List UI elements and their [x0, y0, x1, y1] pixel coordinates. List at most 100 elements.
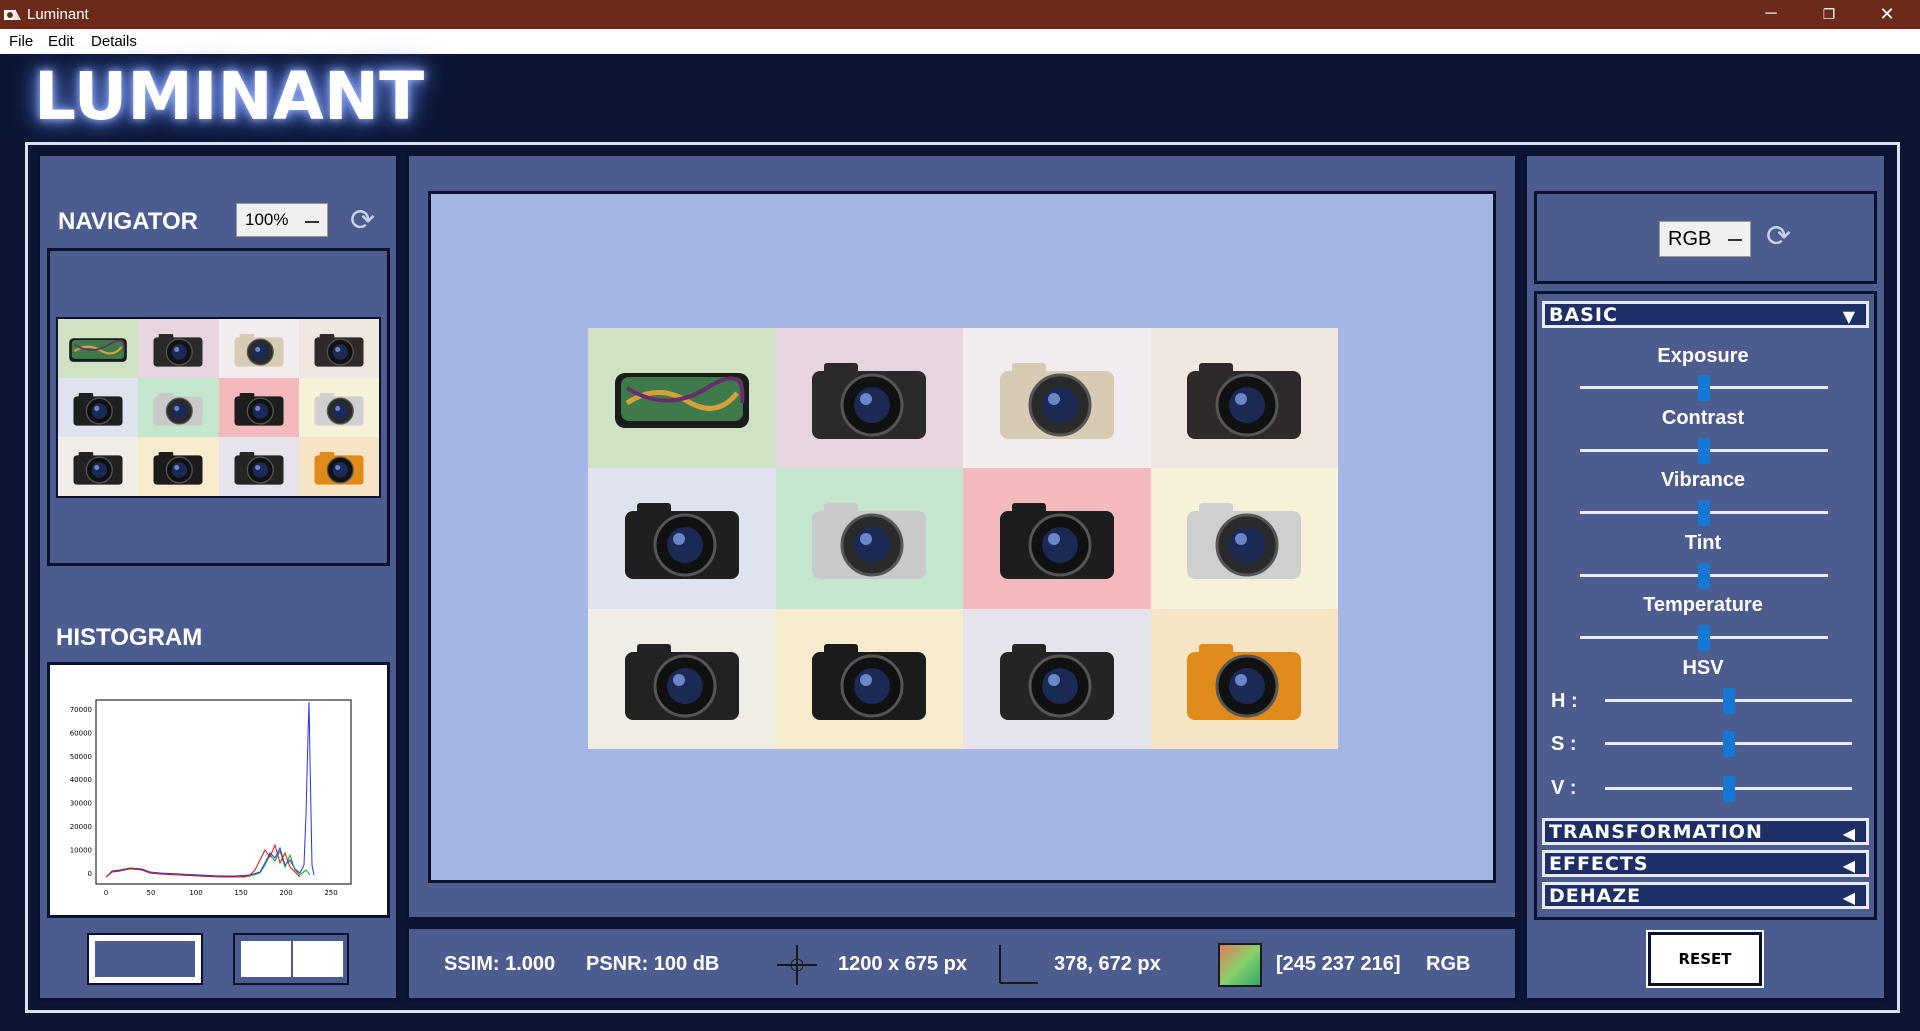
histogram-ytick: 50000 [70, 753, 92, 761]
camera-tile [775, 608, 963, 749]
navigator-refresh-icon[interactable]: ⟳ [350, 206, 375, 236]
single-view-button[interactable] [87, 933, 203, 985]
camera-icon [999, 503, 1114, 580]
histogram-xtick: 150 [234, 889, 247, 897]
zoom-select[interactable]: 100% [236, 203, 328, 237]
effects-section-header[interactable]: EFFECTS ◀ [1542, 850, 1869, 877]
temperature-slider-handle[interactable] [1698, 625, 1710, 651]
title-bar: Luminant ─ ❐ ✕ [0, 0, 1920, 29]
camera-tile [588, 468, 776, 609]
histogram-ytick: 60000 [70, 729, 92, 737]
camera-icon [624, 503, 739, 580]
camera-tile [58, 437, 139, 496]
histogram-ytick: 20000 [70, 823, 92, 831]
app-logo: LUMINANT [34, 58, 425, 135]
hsv-label: HSV [1682, 657, 1724, 679]
ssim-readout: SSIM: 1.000 [444, 953, 556, 975]
camera-icon [234, 333, 284, 367]
camera-icon [234, 451, 284, 485]
camera-tile [218, 437, 299, 496]
tint-slider-handle[interactable] [1698, 563, 1710, 589]
adjustments-refresh-icon[interactable]: ⟳ [1766, 222, 1791, 252]
camera-icon [999, 363, 1114, 440]
camera-icon [614, 373, 749, 429]
psnr-readout: PSNR: 100 dB [586, 953, 720, 975]
camera-icon [153, 392, 203, 426]
window-title: Luminant [27, 6, 89, 23]
temperature-label: Temperature [1643, 594, 1763, 616]
menu-edit[interactable]: Edit [48, 33, 74, 50]
split-view-button[interactable] [233, 933, 349, 985]
camera-icon [1187, 503, 1302, 580]
histogram-xtick: 50 [147, 889, 156, 897]
saturation-label: S : [1551, 733, 1577, 755]
value-slider-handle[interactable] [1722, 776, 1735, 802]
histogram-panel: 70000 60000 50000 40000 30000 20000 10000 0 0 50… [47, 662, 390, 918]
collapse-down-icon: ▼ [1842, 307, 1856, 326]
camera-icon [73, 451, 123, 485]
single-view-icon [95, 941, 195, 977]
camera-tile [138, 378, 219, 437]
expand-left-icon: ◀ [1842, 888, 1856, 907]
histogram-ytick: 40000 [70, 776, 92, 784]
camera-icon [153, 451, 203, 485]
transformation-section-header[interactable]: TRANSFORMATION ◀ [1542, 818, 1869, 845]
camera-tile [298, 437, 379, 496]
histogram-ytick: 0 [88, 870, 92, 878]
camera-tile [775, 328, 963, 469]
saturation-slider[interactable] [1605, 731, 1852, 757]
histogram-ytick: 10000 [70, 846, 92, 854]
main-image[interactable] [588, 328, 1338, 749]
histogram-xtick: 100 [189, 889, 202, 897]
value-slider[interactable] [1605, 776, 1852, 802]
contrast-slider-handle[interactable] [1698, 438, 1710, 464]
camera-tile [1150, 468, 1338, 609]
temperature-slider[interactable] [1580, 625, 1828, 651]
exposure-label: Exposure [1657, 345, 1749, 367]
minimize-button[interactable]: ─ [1742, 0, 1800, 29]
camera-icon [314, 392, 364, 426]
chevron-down-icon [1728, 234, 1742, 241]
camera-icon [234, 392, 284, 426]
basic-section-header[interactable]: BASIC ▼ [1542, 301, 1869, 328]
camera-tile [138, 319, 219, 378]
maximize-button[interactable]: ❐ [1800, 0, 1858, 29]
hue-slider-handle[interactable] [1722, 688, 1735, 714]
vibrance-slider-handle[interactable] [1698, 500, 1710, 526]
expand-left-icon: ◀ [1842, 824, 1856, 843]
split-view-left-icon [241, 941, 291, 977]
camera-tile [1150, 608, 1338, 749]
menu-file[interactable]: File [9, 33, 33, 50]
pixel-value-readout: [245 237 216] [1276, 953, 1401, 975]
camera-icon [1187, 363, 1302, 440]
color-mode-select[interactable]: RGB [1659, 221, 1751, 257]
exposure-slider-handle[interactable] [1698, 375, 1710, 401]
camera-tile [963, 328, 1151, 469]
histogram-title: HISTOGRAM [56, 624, 203, 651]
exposure-slider[interactable] [1580, 375, 1828, 401]
camera-tile [58, 378, 139, 437]
camera-icon [624, 643, 739, 720]
navigator-thumbnail[interactable] [56, 317, 381, 498]
reset-button[interactable]: RESET [1646, 930, 1764, 988]
camera-tile [963, 608, 1151, 749]
menu-details[interactable]: Details [91, 33, 137, 50]
camera-icon [73, 392, 123, 426]
vibrance-slider[interactable] [1580, 500, 1828, 526]
saturation-slider-handle[interactable] [1722, 731, 1735, 757]
camera-icon [153, 333, 203, 367]
tint-slider[interactable] [1580, 563, 1828, 589]
histogram-xtick: 200 [279, 889, 292, 897]
pixel-color-swatch [1218, 943, 1262, 987]
dehaze-section-header[interactable]: DEHAZE ◀ [1542, 882, 1869, 909]
camera-tile [588, 608, 776, 749]
basic-section-label: BASIC [1549, 304, 1618, 326]
contrast-slider[interactable] [1580, 438, 1828, 464]
histogram-ytick: 70000 [70, 706, 92, 714]
camera-tile [218, 319, 299, 378]
camera-tile [298, 319, 379, 378]
close-button[interactable]: ✕ [1858, 0, 1916, 29]
camera-icon [1187, 643, 1302, 720]
chevron-down-icon [305, 216, 319, 223]
hue-slider[interactable] [1605, 688, 1852, 714]
